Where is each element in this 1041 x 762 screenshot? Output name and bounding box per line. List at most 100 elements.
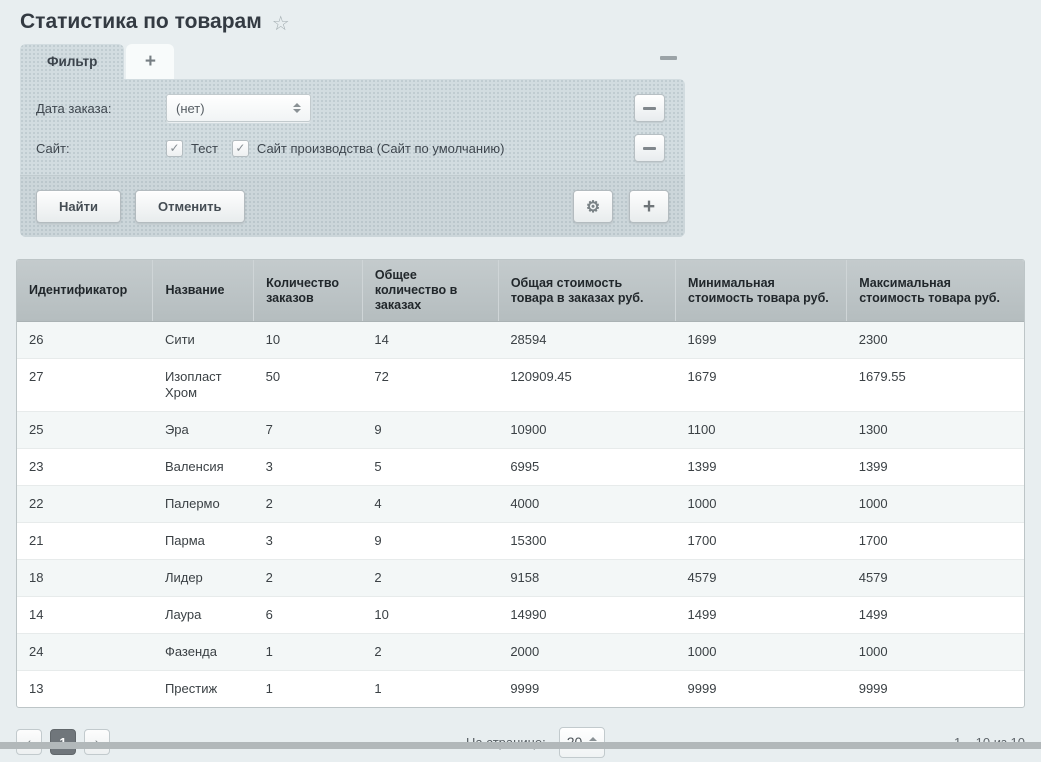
- table-cell: Фазенда: [153, 634, 254, 671]
- table-row[interactable]: 13Престиж11999999999999: [17, 671, 1024, 708]
- table-cell: 4000: [498, 486, 675, 523]
- table-cell: 6: [254, 597, 363, 634]
- table-cell: 2: [362, 634, 498, 671]
- table-cell: 50: [254, 359, 363, 412]
- table-cell: 2300: [847, 322, 1024, 359]
- date-filter-label: Дата заказа:: [36, 101, 166, 116]
- table-row[interactable]: 18Лидер22915845794579: [17, 560, 1024, 597]
- table-cell: 14990: [498, 597, 675, 634]
- page-header: Статистика по товарам ☆: [0, 0, 1041, 34]
- column-header[interactable]: Идентификатор: [17, 260, 153, 322]
- table-cell: 9999: [498, 671, 675, 708]
- table-row[interactable]: 23Валенсия35699513991399: [17, 449, 1024, 486]
- table-cell: 3: [254, 523, 363, 560]
- table-cell: 9999: [847, 671, 1024, 708]
- table-body: 26Сити1014285941699230027Изопласт Хром50…: [17, 322, 1024, 708]
- table-cell: 1700: [676, 523, 847, 560]
- site-option-production: ✓ Сайт производства (Сайт по умолчанию): [232, 140, 505, 157]
- table-cell: 1679.55: [847, 359, 1024, 412]
- column-header[interactable]: Максимальная стоимость товара руб.: [847, 260, 1024, 322]
- column-header[interactable]: Название: [153, 260, 254, 322]
- table-cell: 9: [362, 523, 498, 560]
- filter-footer: Найти Отменить ⚙ +: [20, 175, 685, 237]
- table-cell: 4579: [676, 560, 847, 597]
- table-cell: Парма: [153, 523, 254, 560]
- table-cell: 18: [17, 560, 153, 597]
- table-row[interactable]: 26Сити10142859416992300: [17, 322, 1024, 359]
- site-option-test: ✓ Тест: [166, 140, 218, 157]
- table-cell: 28594: [498, 322, 675, 359]
- column-header[interactable]: Общая стоимость товара в заказах руб.: [498, 260, 675, 322]
- table-cell: 10: [362, 597, 498, 634]
- favorite-star-icon[interactable]: ☆: [272, 11, 290, 36]
- table-cell: 24: [17, 634, 153, 671]
- table-cell: 1: [254, 634, 363, 671]
- filter-body: Дата заказа: (нет) Сайт: ✓ Тест ✓ Сайт п…: [20, 79, 685, 237]
- column-header[interactable]: Минимальная стоимость товара руб.: [676, 260, 847, 322]
- date-filter-select[interactable]: (нет): [166, 94, 311, 122]
- filter-row-site: Сайт: ✓ Тест ✓ Сайт производства (Сайт п…: [20, 129, 685, 167]
- table-cell: 4579: [847, 560, 1024, 597]
- table-cell: 7: [254, 412, 363, 449]
- table-cell: 4: [362, 486, 498, 523]
- cancel-button[interactable]: Отменить: [135, 190, 245, 223]
- filter-tabs: Фильтр +: [20, 44, 685, 79]
- table-cell: 1000: [847, 486, 1024, 523]
- table-cell: Престиж: [153, 671, 254, 708]
- table-cell: 9999: [676, 671, 847, 708]
- table-header-row: ИдентификаторНазваниеКоличество заказовО…: [17, 260, 1024, 322]
- table-cell: 21: [17, 523, 153, 560]
- date-filter-value: (нет): [176, 101, 205, 116]
- table-cell: 2: [362, 560, 498, 597]
- table-cell: 14: [17, 597, 153, 634]
- table-row[interactable]: 22Палермо24400010001000: [17, 486, 1024, 523]
- checkbox-checked-icon[interactable]: ✓: [166, 140, 183, 157]
- table-cell: Изопласт Хром: [153, 359, 254, 412]
- column-header[interactable]: Количество заказов: [254, 260, 363, 322]
- collapse-filter-icon[interactable]: [660, 56, 677, 60]
- table-cell: 2000: [498, 634, 675, 671]
- products-table: ИдентификаторНазваниеКоличество заказовО…: [17, 260, 1024, 707]
- table-cell: 1300: [847, 412, 1024, 449]
- remove-date-filter-button[interactable]: [634, 94, 665, 122]
- table-row[interactable]: 27Изопласт Хром5072120909.4516791679.55: [17, 359, 1024, 412]
- table-cell: 3: [254, 449, 363, 486]
- table-row[interactable]: 14Лаура6101499014991499: [17, 597, 1024, 634]
- table-cell: 25: [17, 412, 153, 449]
- bottom-divider: [0, 742, 1041, 749]
- page-title: Статистика по товарам: [20, 10, 262, 34]
- find-button[interactable]: Найти: [36, 190, 121, 223]
- table-row[interactable]: 21Парма391530017001700: [17, 523, 1024, 560]
- add-filter-field-button[interactable]: +: [629, 190, 669, 223]
- add-filter-tab[interactable]: +: [126, 44, 174, 79]
- table-cell: 14: [362, 322, 498, 359]
- table-cell: Палермо: [153, 486, 254, 523]
- table-cell: 1100: [676, 412, 847, 449]
- table-cell: 9: [362, 412, 498, 449]
- table-cell: 1000: [847, 634, 1024, 671]
- column-header[interactable]: Общее количество в заказах: [362, 260, 498, 322]
- table-cell: 9158: [498, 560, 675, 597]
- table-cell: 1399: [676, 449, 847, 486]
- table-cell: 1000: [676, 634, 847, 671]
- table-cell: 27: [17, 359, 153, 412]
- table-cell: 1499: [676, 597, 847, 634]
- filter-panel: Фильтр + Дата заказа: (нет) Сайт: ✓ Тест…: [20, 44, 685, 237]
- plus-icon: +: [145, 51, 156, 73]
- table-cell: Лаура: [153, 597, 254, 634]
- table-cell: 26: [17, 322, 153, 359]
- table-cell: 6995: [498, 449, 675, 486]
- table-row[interactable]: 25Эра791090011001300: [17, 412, 1024, 449]
- checkbox-checked-icon[interactable]: ✓: [232, 140, 249, 157]
- filter-row-date: Дата заказа: (нет): [20, 87, 685, 129]
- table-cell: 22: [17, 486, 153, 523]
- remove-site-filter-button[interactable]: [634, 134, 665, 162]
- gear-icon: ⚙: [586, 197, 600, 217]
- tab-filter[interactable]: Фильтр: [20, 44, 124, 79]
- table-cell: 10: [254, 322, 363, 359]
- table-cell: Лидер: [153, 560, 254, 597]
- table-row[interactable]: 24Фазенда12200010001000: [17, 634, 1024, 671]
- filter-settings-button[interactable]: ⚙: [573, 190, 613, 223]
- products-table-container: ИдентификаторНазваниеКоличество заказовО…: [16, 259, 1025, 708]
- table-cell: 1679: [676, 359, 847, 412]
